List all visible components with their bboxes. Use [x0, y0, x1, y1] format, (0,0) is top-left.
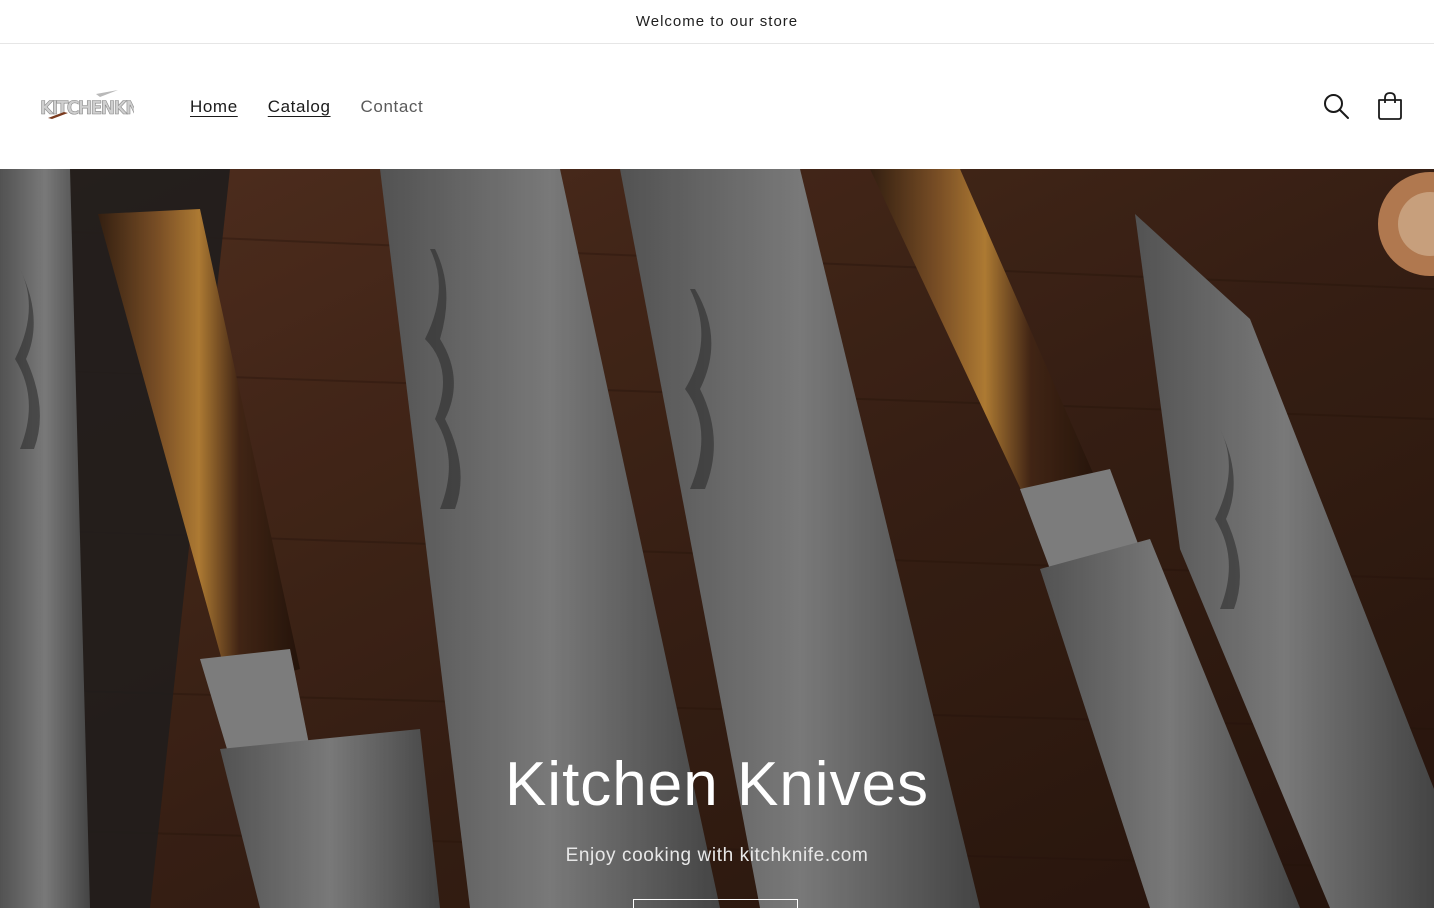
search-button[interactable]	[1318, 88, 1354, 124]
hero-cta-button[interactable]	[633, 899, 798, 908]
svg-text:KITCHENKNIFE: KITCHENKNIFE	[40, 97, 134, 119]
store-logo[interactable]: KITCHENKNIFE	[38, 88, 166, 124]
cart-button[interactable]	[1372, 88, 1408, 124]
announcement-text: Welcome to our store	[635, 13, 799, 30]
cart-icon	[1378, 92, 1402, 120]
nav-home[interactable]: Home	[190, 97, 238, 117]
nav-catalog[interactable]: Catalog	[268, 97, 331, 117]
hero-title: Kitchen Knives	[504, 750, 930, 819]
logo-icon: KITCHENKNIFE	[40, 90, 166, 119]
hero-subtitle: Enjoy cooking with kitchknife.com	[565, 845, 869, 866]
main-nav: Home Catalog Contact	[190, 44, 423, 169]
search-icon	[1324, 94, 1349, 119]
site-header: KITCHENKNIFE Home Catalog Contact	[0, 44, 1434, 169]
hero-banner: Kitchen Knives Enjoy cooking with kitchk…	[0, 169, 1434, 908]
nav-contact[interactable]: Contact	[361, 97, 424, 117]
announcement-bar: Welcome to our store	[0, 0, 1434, 44]
